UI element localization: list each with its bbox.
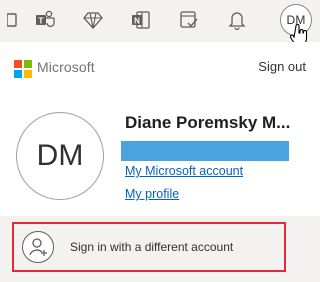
diamond-icon[interactable] bbox=[80, 8, 106, 32]
user-display-name: Diane Poremsky M... bbox=[125, 113, 291, 132]
sign-in-different-account-button[interactable]: Sign in with a different account bbox=[12, 222, 286, 272]
todo-icon[interactable] bbox=[176, 8, 202, 32]
profile-avatar-initials: DM bbox=[36, 139, 84, 172]
add-person-icon bbox=[22, 231, 54, 263]
teams-icon[interactable]: T bbox=[32, 8, 58, 32]
svg-text:N: N bbox=[134, 17, 140, 26]
account-manager-panel: Microsoft Sign out DM Diane Poremsky M..… bbox=[0, 42, 320, 282]
brand-name: Microsoft bbox=[37, 59, 95, 75]
my-microsoft-account-link[interactable]: My Microsoft account bbox=[125, 164, 243, 178]
svg-text:T: T bbox=[39, 17, 44, 26]
sign-in-different-account-label: Sign in with a different account bbox=[70, 240, 234, 254]
onenote-icon[interactable]: N bbox=[128, 8, 154, 32]
top-toolbar: T N DM bbox=[0, 0, 320, 46]
sign-out-link[interactable]: Sign out bbox=[258, 59, 306, 74]
bell-icon[interactable] bbox=[224, 8, 250, 32]
profile-avatar: DM bbox=[16, 112, 104, 200]
microsoft-logo-icon bbox=[14, 60, 32, 78]
teams-icon-partial[interactable] bbox=[0, 8, 26, 32]
my-profile-link[interactable]: My profile bbox=[125, 187, 179, 201]
email-redaction-bar bbox=[121, 141, 289, 161]
